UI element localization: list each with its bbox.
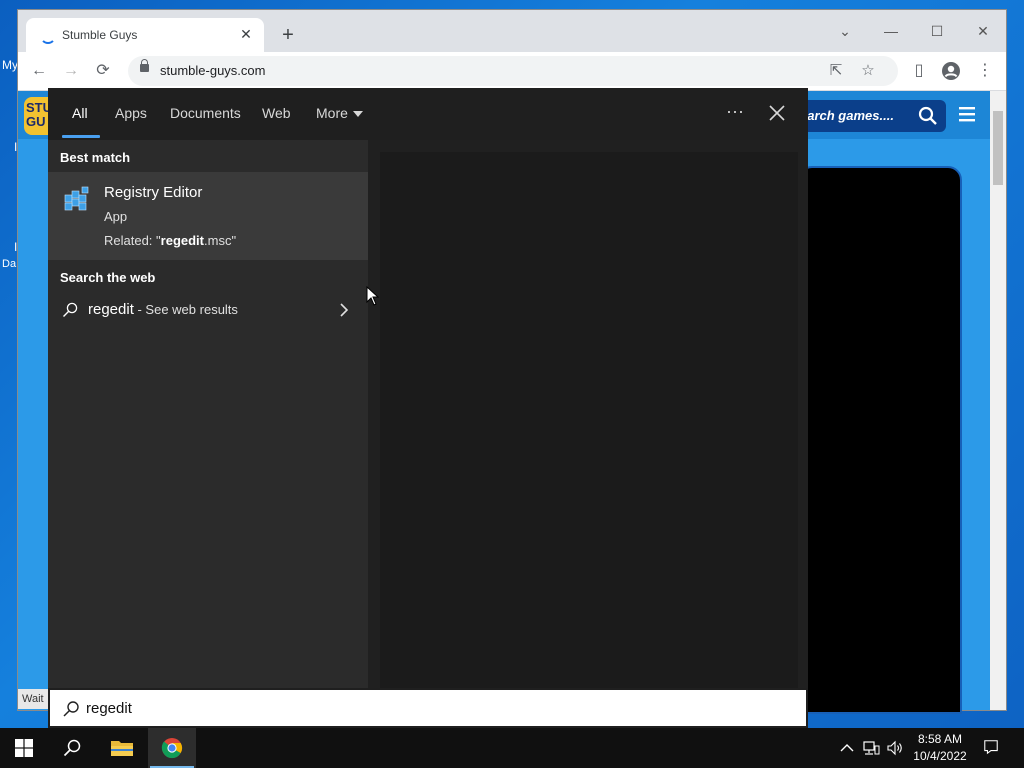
search-bar[interactable] <box>48 688 808 728</box>
maximize-button[interactable]: ☐ <box>914 16 960 46</box>
page-scrollbar[interactable] <box>990 91 1006 710</box>
result-type: App <box>104 209 128 224</box>
search-icon <box>63 701 79 717</box>
browser-toolbar: ← → ⟳ stumble-guys.com ⇱ ☆ ▯ ⋮ <box>18 52 1006 91</box>
desktop-icon-label[interactable]: I <box>14 140 17 154</box>
chevron-right-icon[interactable] <box>338 303 350 317</box>
scrollbar-thumb[interactable] <box>993 111 1003 185</box>
web-search-result[interactable]: regedit - See web results <box>48 292 368 328</box>
browser-menu-icon[interactable]: ⋮ <box>972 58 998 84</box>
close-window-button[interactable]: ✕ <box>960 16 1006 46</box>
best-match-result[interactable]: Registry Editor App Related: "regedit.ms… <box>48 172 368 260</box>
chevron-up-icon[interactable] <box>838 740 856 756</box>
results-list: Best match Registry Editor App Related: … <box>48 140 368 688</box>
windows-start-icon <box>15 739 33 757</box>
tab-search-dropdown-icon[interactable]: ⌄ <box>822 16 868 46</box>
web-result-label: regedit - See web results <box>88 301 238 318</box>
share-icon[interactable]: ⇱ <box>824 59 848 83</box>
site-search-placeholder: earch games.... <box>800 108 894 123</box>
clock-time: 8:58 AM <box>917 732 963 746</box>
tab-title: Stumble Guys <box>62 28 138 42</box>
reload-button[interactable]: ⟳ <box>90 58 116 84</box>
tab-all[interactable]: All <box>72 105 88 121</box>
taskbar: 8:58 AM 10/4/2022 <box>0 728 1024 768</box>
tab-documents[interactable]: Documents <box>170 105 241 121</box>
game-embed[interactable] <box>798 166 962 714</box>
url-text[interactable]: stumble-guys.com <box>160 63 265 78</box>
web-query-suffix: - See web results <box>133 302 238 317</box>
best-match-heading: Best match <box>60 150 131 165</box>
loading-spinner-icon <box>40 28 56 44</box>
close-icon[interactable] <box>762 98 792 128</box>
search-icon <box>63 302 78 317</box>
search-filter-tabs: All Apps Documents Web More ··· <box>48 88 808 140</box>
back-button[interactable]: ← <box>26 58 52 84</box>
tab-close-icon[interactable]: ✕ <box>236 24 256 44</box>
search-icon <box>63 739 81 757</box>
result-title: Registry Editor <box>104 184 203 201</box>
related-prefix: Related: " <box>104 233 161 248</box>
tab-apps[interactable]: Apps <box>115 105 147 121</box>
status-bubble: Wait <box>18 689 52 709</box>
search-input[interactable] <box>86 696 786 720</box>
forward-button[interactable]: → <box>58 58 84 84</box>
active-tab-indicator <box>62 135 100 138</box>
search-web-heading: Search the web <box>60 270 156 285</box>
taskbar-file-explorer[interactable] <box>98 728 146 768</box>
file-explorer-icon <box>111 741 133 756</box>
search-icon[interactable] <box>918 106 938 126</box>
preview-pane <box>380 152 798 688</box>
bookmark-star-icon[interactable]: ☆ <box>856 59 880 83</box>
start-button[interactable] <box>0 728 48 768</box>
result-related: Related: "regedit.msc" <box>104 233 236 248</box>
windows-search-panel: All Apps Documents Web More ··· Best mat… <box>48 88 808 728</box>
side-panel-icon[interactable]: ▯ <box>906 58 932 84</box>
profile-avatar-icon[interactable] <box>938 58 964 84</box>
web-query-text: regedit <box>88 301 134 318</box>
hamburger-menu-icon[interactable] <box>958 105 976 123</box>
clock-date: 10/4/2022 <box>913 749 967 763</box>
tab-more[interactable]: More <box>316 105 348 121</box>
system-clock[interactable]: 8:58 AM 10/4/2022 <box>910 731 970 765</box>
taskbar-chrome[interactable] <box>148 728 196 768</box>
notification-icon[interactable] <box>982 739 1000 755</box>
lock-icon[interactable] <box>140 59 149 72</box>
registry-editor-icon <box>64 186 89 211</box>
desktop-icon-label[interactable]: Da <box>2 258 16 270</box>
network-icon[interactable] <box>862 740 880 756</box>
chrome-icon <box>161 738 183 759</box>
taskbar-search-button[interactable] <box>48 728 96 768</box>
tab-strip: Stumble Guys ✕ + ⌄ — ☐ ✕ <box>18 10 1006 52</box>
browser-tab[interactable]: Stumble Guys ✕ <box>26 18 264 52</box>
related-term: regedit <box>160 233 204 248</box>
desktop-icon-label[interactable]: My <box>2 58 18 72</box>
mouse-cursor-icon <box>366 286 380 306</box>
desktop-icon-label[interactable]: I <box>14 240 17 254</box>
tab-web[interactable]: Web <box>262 105 291 121</box>
caret-down-icon[interactable] <box>353 111 363 117</box>
new-tab-button[interactable]: + <box>276 24 300 48</box>
minimize-button[interactable]: — <box>868 16 914 46</box>
volume-icon[interactable] <box>886 740 904 756</box>
related-suffix: .msc" <box>204 233 237 248</box>
address-bar[interactable]: stumble-guys.com ⇱ ☆ <box>128 56 898 86</box>
more-options-icon[interactable]: ··· <box>720 98 750 128</box>
